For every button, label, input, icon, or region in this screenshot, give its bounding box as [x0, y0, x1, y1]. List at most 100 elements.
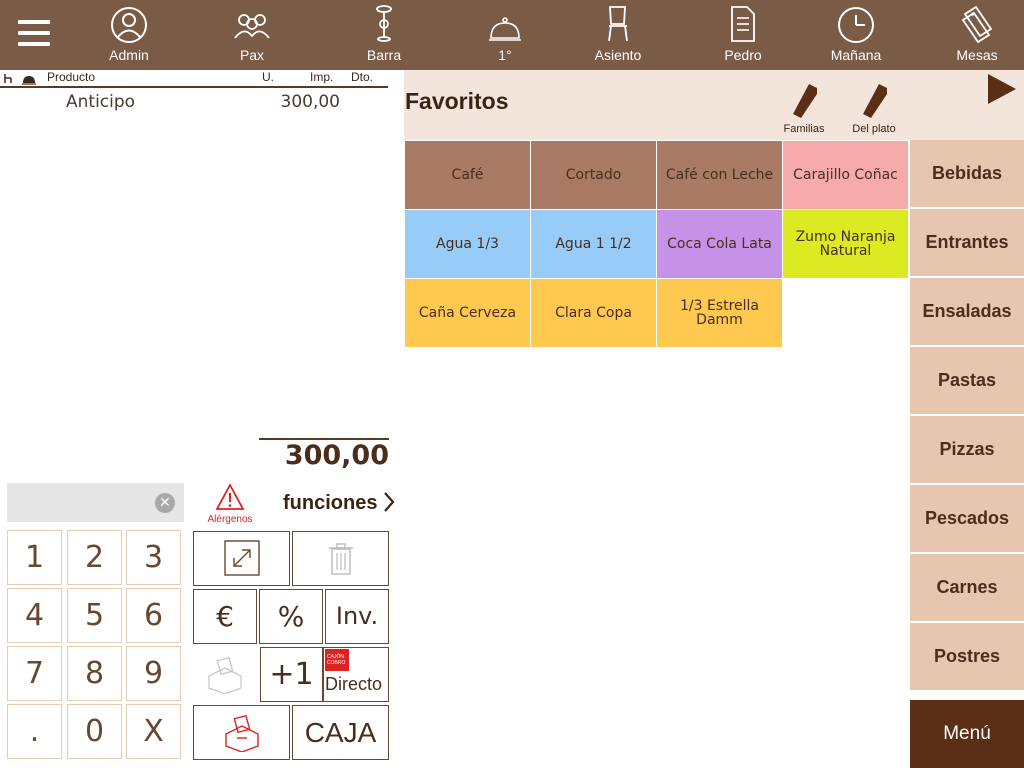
- product-button[interactable]: Agua 1/3: [405, 210, 530, 278]
- topbar-barra-label: Barra: [366, 47, 402, 63]
- clear-icon[interactable]: ✕: [155, 493, 175, 513]
- familias-label: Familias: [783, 123, 825, 135]
- key-7[interactable]: 7: [7, 646, 62, 701]
- plus-one-button[interactable]: +1: [260, 647, 323, 702]
- favorites-title: Favoritos: [405, 88, 509, 114]
- euro-button[interactable]: €: [193, 589, 257, 644]
- directo-badge: CAJÓN COBRO: [325, 649, 349, 671]
- key-8[interactable]: 8: [67, 646, 122, 701]
- topbar-turno-button[interactable]: Mañana: [806, 0, 906, 70]
- salt-shaker-icon: [793, 84, 817, 118]
- header-importe: Imp.: [310, 70, 334, 84]
- topbar-course-button[interactable]: 1°: [455, 0, 555, 70]
- product-button[interactable]: Café: [405, 141, 530, 209]
- category-ensaladas[interactable]: Ensaladas: [910, 278, 1024, 345]
- product-button[interactable]: Zumo Naranja Natural: [783, 210, 908, 278]
- del-plato-label: Del plato: [852, 123, 896, 135]
- category-entrantes[interactable]: Entrantes: [910, 209, 1024, 276]
- familias-button[interactable]: Familias: [774, 80, 834, 138]
- open-drawer-button[interactable]: [193, 705, 290, 760]
- key-3[interactable]: 3: [126, 530, 181, 585]
- salt-shaker-icon: [863, 84, 887, 118]
- waiter-document-icon: [731, 6, 755, 42]
- delete-button[interactable]: [292, 531, 389, 586]
- alergenos-label: Alérgenos: [207, 514, 253, 525]
- directo-label: Directo: [325, 674, 383, 694]
- product-button[interactable]: Carajillo Coñac: [783, 141, 908, 209]
- ticket-total: 300,00: [284, 440, 389, 471]
- top-bar: Admin Pax Barra 1° Asiento Pedro Mañana …: [0, 0, 1024, 70]
- key-6[interactable]: 6: [126, 588, 181, 643]
- topbar-pedro-label: Pedro: [724, 47, 762, 63]
- header-unidades: U.: [262, 70, 274, 84]
- product-button[interactable]: 1/3 Estrella Damm: [657, 279, 782, 347]
- key-5[interactable]: 5: [67, 588, 122, 643]
- topbar-asiento-button[interactable]: Asiento: [568, 0, 668, 70]
- topbar-admin-button[interactable]: Admin: [79, 0, 179, 70]
- play-icon[interactable]: [986, 72, 1018, 106]
- ticket-header: Producto U. Imp. Dto.: [0, 70, 388, 88]
- user-icon: [111, 7, 147, 43]
- percent-button[interactable]: %: [259, 589, 323, 644]
- key-9[interactable]: 9: [126, 646, 181, 701]
- clock-icon: [838, 7, 874, 43]
- key-0[interactable]: 0: [67, 704, 122, 759]
- del-plato-button[interactable]: Del plato: [844, 80, 904, 138]
- category-postres[interactable]: Postres: [910, 623, 1024, 690]
- bar-stool-icon: [376, 5, 392, 42]
- caja-button[interactable]: CAJA: [292, 705, 389, 760]
- cloche-small-icon: [22, 76, 36, 85]
- trash-icon: [328, 543, 353, 575]
- category-pastas[interactable]: Pastas: [910, 347, 1024, 414]
- funciones-label: funciones: [283, 492, 378, 514]
- topbar-mesas-button[interactable]: Mesas: [927, 0, 1024, 70]
- topbar-turno-label: Mañana: [830, 47, 882, 63]
- keypad-display[interactable]: ✕: [7, 483, 184, 522]
- topbar-mesas-label: Mesas: [956, 47, 998, 63]
- category-carnes[interactable]: Carnes: [910, 554, 1024, 621]
- key-1[interactable]: 1: [7, 530, 62, 585]
- cloche-icon: [489, 17, 521, 41]
- print-ticket-button[interactable]: [193, 647, 257, 702]
- resize-arrows-icon: [223, 540, 260, 576]
- ticket-line-producto[interactable]: Anticipo: [66, 92, 135, 112]
- product-button[interactable]: Café con Leche: [657, 141, 782, 209]
- menu-button[interactable]: Menú: [910, 700, 1024, 768]
- funciones-button[interactable]: funciones: [283, 491, 395, 515]
- chair-icon: [608, 6, 628, 42]
- alergenos-button[interactable]: Alérgenos: [203, 482, 257, 526]
- invitation-button[interactable]: Inv.: [325, 589, 389, 644]
- header-descuento: Dto.: [351, 70, 374, 84]
- ticket-line-importe[interactable]: 300,00: [260, 92, 340, 112]
- category-pizzas[interactable]: Pizzas: [910, 416, 1024, 483]
- topbar-pax-label: Pax: [239, 47, 265, 63]
- ticket-printer-icon: [208, 656, 242, 695]
- people-icon: [234, 14, 270, 39]
- topbar-course-label: 1°: [498, 47, 512, 63]
- stool-small-icon: [4, 74, 12, 83]
- key-4[interactable]: 4: [7, 588, 62, 643]
- category-bebidas[interactable]: Bebidas: [910, 140, 1024, 207]
- warning-icon: [215, 483, 245, 510]
- topbar-pedro-button[interactable]: Pedro: [693, 0, 793, 70]
- key-x[interactable]: X: [126, 704, 181, 759]
- product-button[interactable]: Coca Cola Lata: [657, 210, 782, 278]
- hamburger-menu-icon[interactable]: [18, 20, 50, 48]
- product-button[interactable]: Clara Copa: [531, 279, 656, 347]
- directo-button[interactable]: CAJÓN COBRO Directo: [323, 647, 389, 702]
- topbar-barra-button[interactable]: Barra: [334, 0, 434, 70]
- product-button[interactable]: Cortado: [531, 141, 656, 209]
- move-line-button[interactable]: [193, 531, 290, 586]
- category-pescados[interactable]: Pescados: [910, 485, 1024, 552]
- chevron-right-icon: [384, 492, 395, 512]
- topbar-asiento-label: Asiento: [594, 47, 642, 63]
- product-button[interactable]: Caña Cerveza: [405, 279, 530, 347]
- product-button[interactable]: Agua 1 1/2: [531, 210, 656, 278]
- tags-icon: [961, 5, 993, 44]
- key-decimal[interactable]: .: [7, 704, 62, 759]
- topbar-pax-button[interactable]: Pax: [202, 0, 302, 70]
- header-producto: Producto: [47, 70, 96, 84]
- topbar-admin-label: Admin: [109, 47, 149, 63]
- key-2[interactable]: 2: [67, 530, 122, 585]
- cash-drawer-icon: [224, 714, 259, 753]
